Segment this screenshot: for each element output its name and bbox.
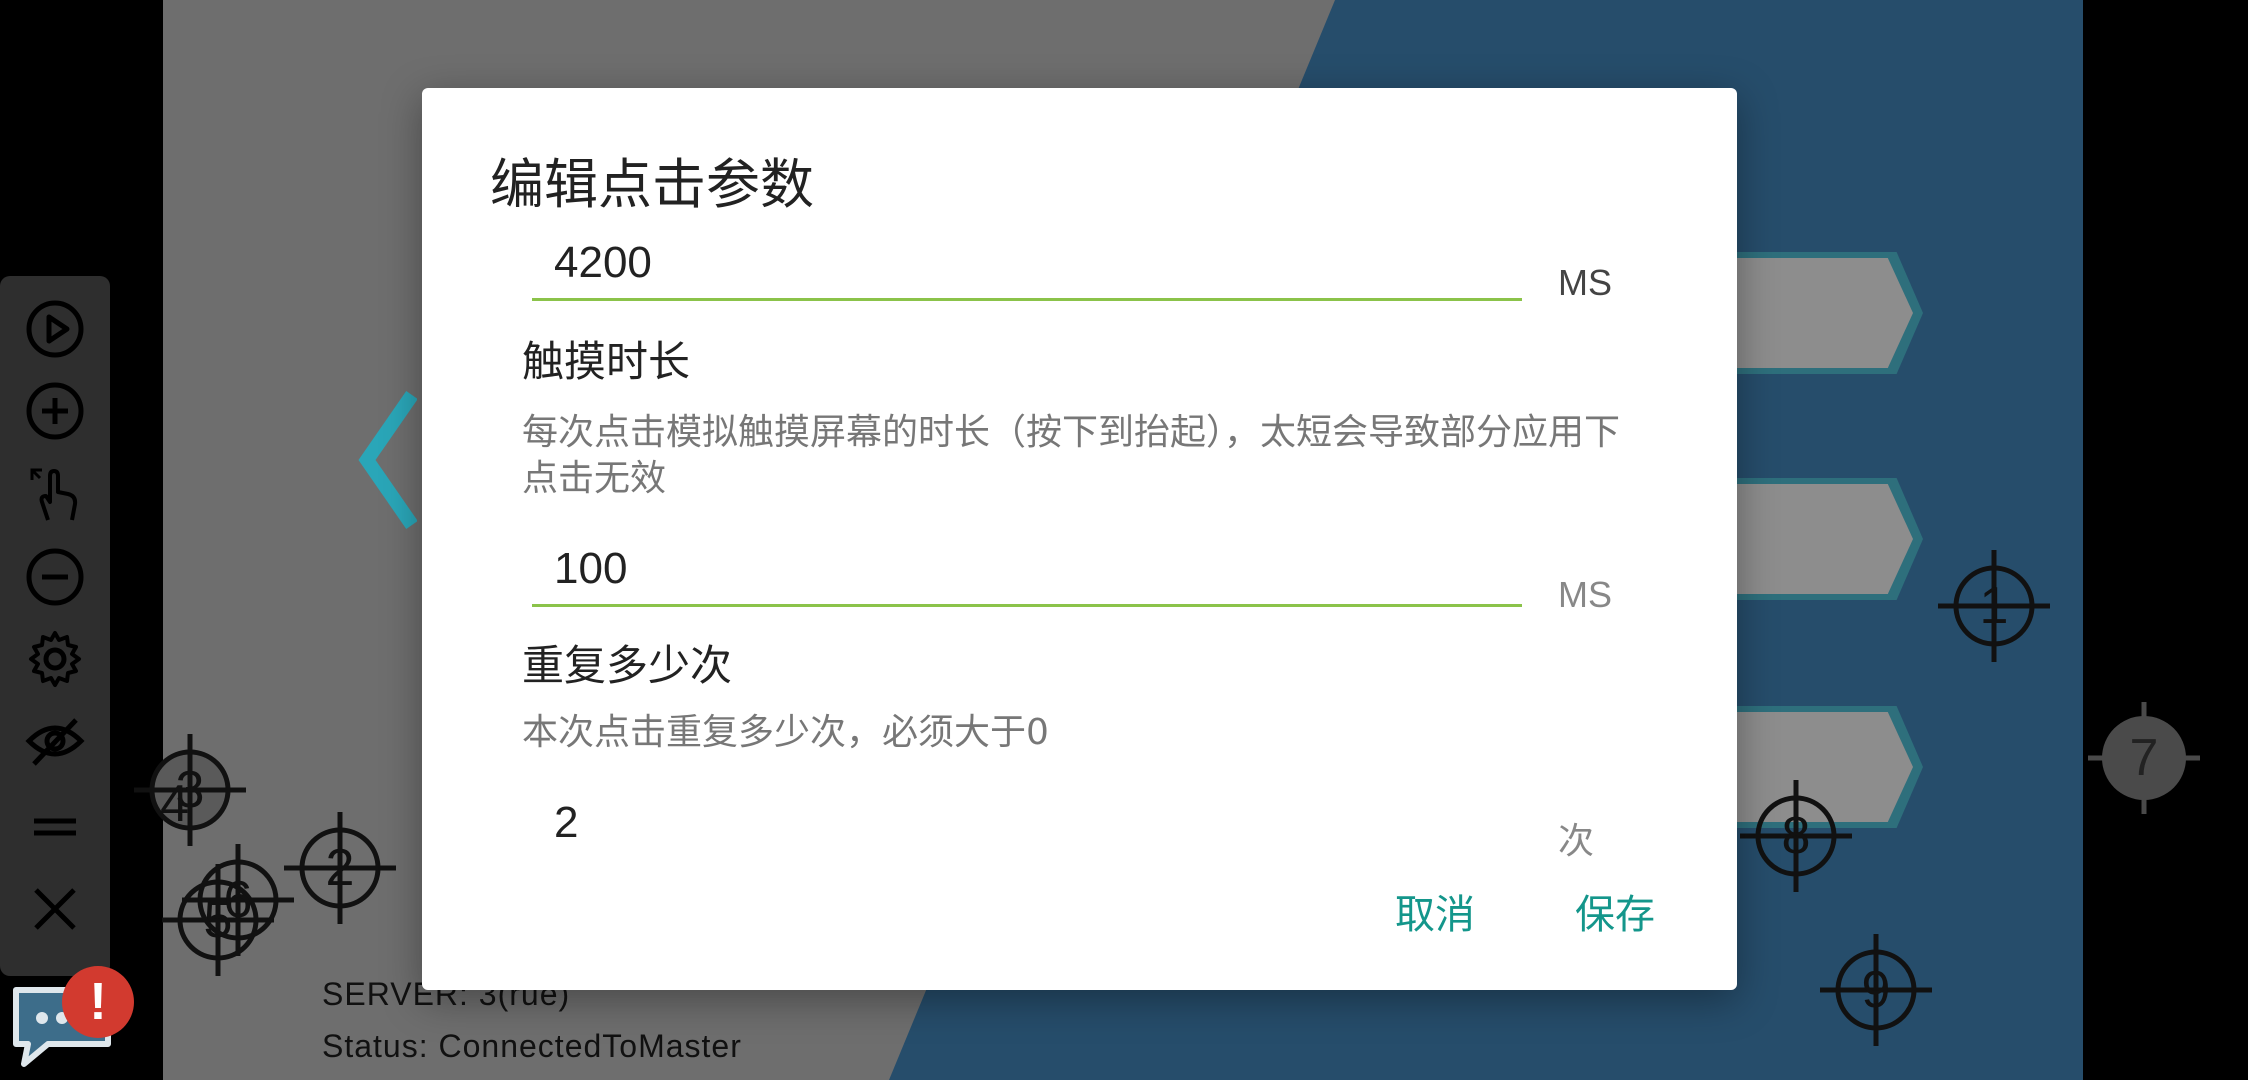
touch-duration-input[interactable] <box>532 534 1522 604</box>
dialog-content: MS 触摸时长 每次点击模拟触摸屏幕的时长（按下到抬起），太短会导致部分应用下点… <box>422 228 1737 934</box>
repeat-count-unit: 次 <box>1558 820 1595 861</box>
touch-duration-field[interactable] <box>532 534 1522 607</box>
delay-unit: MS <box>1558 262 1612 303</box>
repeat-count-input[interactable] <box>532 788 1522 858</box>
repeat-count-title: 重复多少次 <box>522 641 733 690</box>
touch-duration-title: 触摸时长 <box>522 337 691 386</box>
delay-input[interactable] <box>532 228 1522 298</box>
repeat-count-field[interactable] <box>532 788 1522 858</box>
delay-field[interactable] <box>532 228 1522 301</box>
dialog-title: 编辑点击参数 <box>490 153 814 216</box>
touch-duration-description: 每次点击模拟触摸屏幕的时长（按下到抬起），太短会导致部分应用下点击无效 <box>522 412 1621 499</box>
dialog-actions: 取消 保存 <box>1395 882 1655 940</box>
save-button[interactable]: 保存 <box>1575 882 1655 940</box>
touch-duration-unit: MS <box>1558 574 1612 615</box>
cancel-button[interactable]: 取消 <box>1395 882 1475 940</box>
repeat-count-description: 本次点击重复多少次，必须大于0 <box>522 712 1049 753</box>
edit-click-params-dialog: 编辑点击参数 MS 触摸时长 每次点击模拟触摸屏幕的时长（按下到抬起），太短会导… <box>422 88 1737 990</box>
